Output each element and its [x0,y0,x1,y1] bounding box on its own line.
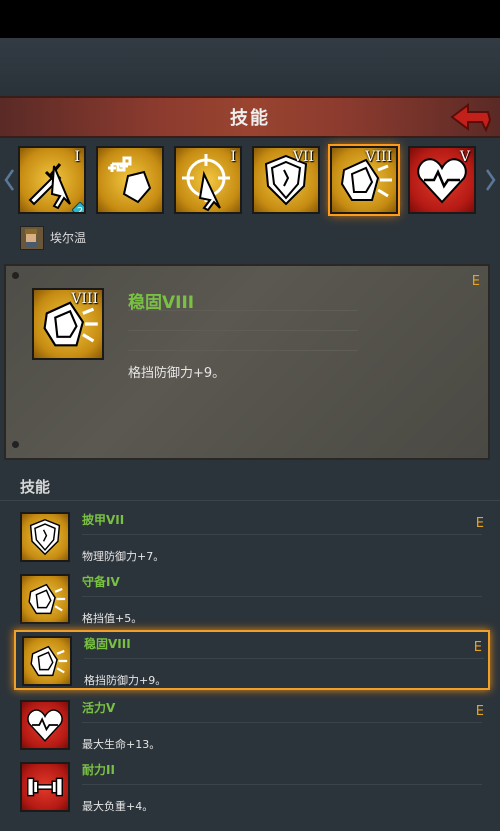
divider [128,330,358,331]
row-skill-icon [20,574,70,624]
skill-description: 物理防御力+7。 [82,550,165,563]
skill-slot-6[interactable]: V [408,146,476,214]
skill-grade: E [475,516,484,531]
rivet [12,441,19,448]
scroll-left-icon[interactable] [4,168,14,192]
avatar [20,226,44,250]
skill-description: 格挡值+5。 [82,612,143,625]
svg-text:2: 2 [77,206,83,214]
skill-name: 稳固VIII [84,637,131,651]
skill-slot-4[interactable]: VII [252,146,320,214]
row-skill-icon [20,762,70,812]
skill-description: 最大负重+4。 [82,800,154,813]
skill-row-endurance[interactable]: 耐力II 最大负重+4。 [14,758,490,818]
divider [128,350,358,351]
plus-shield-icon [108,156,152,204]
page-title: 技能 [230,108,270,129]
skill-name: 活力V [82,701,116,715]
hero-name: 埃尔温 [50,231,87,245]
upgrade-badge-icon: 2 [72,202,84,214]
skill-level: I [74,149,80,165]
skill-row-steady[interactable]: 稳固VIII 格挡防御力+9。 E [14,630,490,690]
skill-row-guard[interactable]: 守备IV 格挡值+5。 [14,570,490,630]
divider [82,784,482,785]
top-band [0,38,500,96]
skill-level: V [459,149,470,165]
dumbbell-icon [27,777,63,797]
scroll-right-icon[interactable] [486,168,496,192]
heart-pulse-icon [27,709,63,742]
divider [84,658,484,659]
block-shield-icon [28,583,66,615]
detail-description: 格挡防御力+9。 [128,366,226,381]
rivet [12,272,19,279]
row-skill-icon [20,512,70,562]
skill-row-vitality[interactable]: 活力V 最大生命+13。 E [14,696,490,756]
detail-grade: E [471,274,480,289]
skill-slot-3[interactable]: I [174,146,242,214]
skill-name: 耐力II [82,763,115,777]
shield-icon [29,518,61,556]
section-divider [0,500,500,501]
skill-slot-2[interactable] [96,146,164,214]
divider [128,310,358,311]
section-title: 技能 [20,478,51,496]
skill-row-armor[interactable]: 披甲VII 物理防御力+7。 E [14,508,490,568]
skill-name: 披甲VII [82,513,125,527]
divider [82,534,482,535]
detail-skill-icon: VIII [32,288,104,360]
skill-level: VIII [71,291,98,307]
skill-grade: E [475,704,484,719]
block-shield-icon [30,645,68,677]
header-bar: 技能 [0,96,500,138]
divider [82,722,482,723]
back-arrow-icon[interactable] [450,102,492,132]
skill-name: 守备IV [82,575,120,589]
row-skill-icon [22,636,72,686]
skill-description: 格挡防御力+9。 [84,674,167,687]
divider [82,596,482,597]
skill-level: I [230,149,236,165]
skill-level: VIII [365,149,392,165]
skill-detail-panel: VIII 稳固VIII E 格挡防御力+9。 [4,264,490,460]
skill-grade: E [473,640,482,655]
skill-slot-5[interactable]: VIII [328,144,400,216]
status-bar [0,0,500,38]
hero-portrait-icon [25,229,37,247]
row-skill-icon [20,700,70,750]
skill-description: 最大生命+13。 [82,738,161,751]
skill-bar: I 2 I VII VIII V [0,138,500,222]
skill-level: VII [292,149,314,165]
skill-slot-1[interactable]: I 2 [18,146,86,214]
